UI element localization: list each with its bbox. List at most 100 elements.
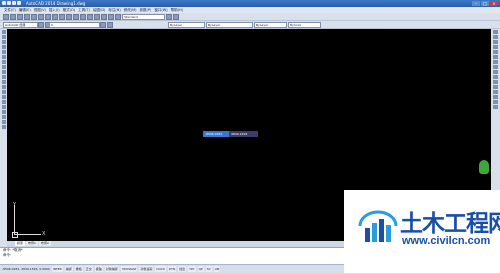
zoom-window-icon[interactable] [101, 14, 107, 20]
stretch-icon[interactable] [493, 70, 498, 74]
status-ducs[interactable]: DUCS [155, 266, 166, 272]
tab-layout1[interactable]: 布局1 [26, 241, 38, 246]
mtext-icon[interactable] [1, 120, 6, 124]
extend-icon[interactable] [493, 80, 498, 84]
add-selected-icon[interactable] [1, 125, 6, 129]
break-icon[interactable] [493, 85, 498, 89]
dynamic-input-y[interactable]: 4840.1526 [229, 131, 258, 137]
plotstyle-select[interactable]: ByColor [288, 22, 321, 28]
status-sc[interactable]: SC [205, 266, 212, 272]
revcloud-icon[interactable] [1, 65, 6, 69]
erase-icon[interactable] [493, 30, 498, 34]
table-style-icon[interactable] [173, 14, 179, 20]
new-icon[interactable] [7, 1, 11, 5]
join-icon[interactable] [493, 90, 498, 94]
circle-icon[interactable] [1, 60, 6, 64]
status-grid[interactable]: 栅格 [74, 266, 83, 272]
save-icon[interactable] [17, 14, 23, 20]
minimize-button[interactable]: – [472, 1, 480, 6]
make-block-icon[interactable] [1, 90, 6, 94]
ucs-x-label: X [42, 231, 46, 237]
rotate-icon[interactable] [493, 60, 498, 64]
linetype-select[interactable]: ByLayer [206, 22, 253, 28]
mirror-icon[interactable] [493, 40, 498, 44]
workspace-select[interactable]: AutoCAD 经典 [3, 22, 38, 28]
match-properties-icon[interactable] [66, 14, 72, 20]
close-button[interactable]: × [490, 1, 498, 6]
lineweight-select[interactable]: ByLayer [254, 22, 287, 28]
polygon-icon[interactable] [1, 45, 6, 49]
properties-icon[interactable] [115, 14, 121, 20]
watermark: 土木工程网 www.civilcn.com [344, 190, 500, 273]
zoom-icon[interactable] [94, 14, 100, 20]
line-icon[interactable] [1, 30, 6, 34]
status-otrack[interactable]: 对象追踪 [139, 266, 154, 272]
preview-icon[interactable] [31, 14, 37, 20]
status-infer[interactable]: INFER [51, 266, 63, 272]
array-icon[interactable] [493, 50, 498, 54]
point-icon[interactable] [1, 95, 6, 99]
status-ortho[interactable]: 正交 [84, 266, 93, 272]
scale-icon[interactable] [493, 65, 498, 69]
watermark-title: 土木工程网 [400, 211, 500, 237]
status-dyn[interactable]: DYN [167, 266, 177, 272]
ellipse-icon[interactable] [1, 75, 6, 79]
polyline-icon[interactable] [1, 40, 6, 44]
draw-toolbar [0, 29, 7, 247]
layer-select[interactable]: 0 [49, 22, 100, 28]
fillet-icon[interactable] [493, 100, 498, 104]
title-bar: AutoCAD 2014 Drawing1.dwg – □ × [0, 0, 500, 7]
copy-object-icon[interactable] [493, 35, 498, 39]
trim-icon[interactable] [493, 75, 498, 79]
text-style-select[interactable]: Standard [122, 14, 165, 20]
status-tpy[interactable]: TPY [188, 266, 196, 272]
copy-icon[interactable] [52, 14, 58, 20]
window-title: AutoCAD 2014 Drawing1.dwg [26, 1, 86, 6]
color-select[interactable]: ByLayer [168, 22, 205, 28]
cut-icon[interactable] [45, 14, 51, 20]
status-snap[interactable]: 捕捉 [64, 266, 73, 272]
region-icon[interactable] [1, 110, 6, 114]
rectangle-icon[interactable] [1, 50, 6, 54]
layer-manager-icon[interactable] [38, 22, 44, 28]
spline-icon[interactable] [1, 70, 6, 74]
status-lineweight[interactable]: 线宽 [178, 266, 187, 272]
arc-icon[interactable] [1, 55, 6, 59]
dynamic-input-x[interactable]: -8596.0281 [203, 131, 230, 137]
print-icon[interactable] [24, 14, 30, 20]
publish-icon[interactable] [38, 14, 44, 20]
open-icon[interactable] [10, 14, 16, 20]
redo-icon[interactable] [80, 14, 86, 20]
new-icon[interactable] [3, 14, 9, 20]
status-polar[interactable]: 极轴 [94, 266, 103, 272]
undo-icon[interactable] [73, 14, 79, 20]
table-icon[interactable] [1, 115, 6, 119]
offset-icon[interactable] [493, 45, 498, 49]
move-icon[interactable] [493, 55, 498, 59]
chamfer-icon[interactable] [493, 95, 498, 99]
assistant-icon[interactable] [479, 160, 489, 174]
status-3dosnap[interactable]: 3DOSNAP [120, 266, 138, 272]
construction-line-icon[interactable] [1, 35, 6, 39]
quick-access-toolbar[interactable] [2, 1, 21, 5]
app-menu-icon[interactable] [2, 1, 6, 5]
tab-layout2[interactable]: 布局2 [38, 241, 51, 246]
open-icon[interactable] [12, 1, 16, 5]
status-osnap[interactable]: 对象捕捉 [104, 266, 119, 272]
layer-previous-icon[interactable] [107, 22, 113, 28]
status-qp[interactable]: QP [197, 266, 204, 272]
tab-model[interactable]: 模型 [15, 241, 26, 246]
ellipse-arc-icon[interactable] [1, 80, 6, 84]
maximize-button[interactable]: □ [481, 1, 489, 6]
hatch-icon[interactable] [1, 100, 6, 104]
make-current-icon[interactable] [100, 22, 106, 28]
insert-block-icon[interactable] [1, 85, 6, 89]
pan-icon[interactable] [87, 14, 93, 20]
save-icon[interactable] [17, 1, 21, 5]
paste-icon[interactable] [59, 14, 65, 20]
status-am[interactable]: AM [213, 266, 221, 272]
dim-style-icon[interactable] [166, 14, 172, 20]
zoom-previous-icon[interactable] [108, 14, 114, 20]
gradient-icon[interactable] [1, 105, 6, 109]
explode-icon[interactable] [493, 105, 498, 109]
